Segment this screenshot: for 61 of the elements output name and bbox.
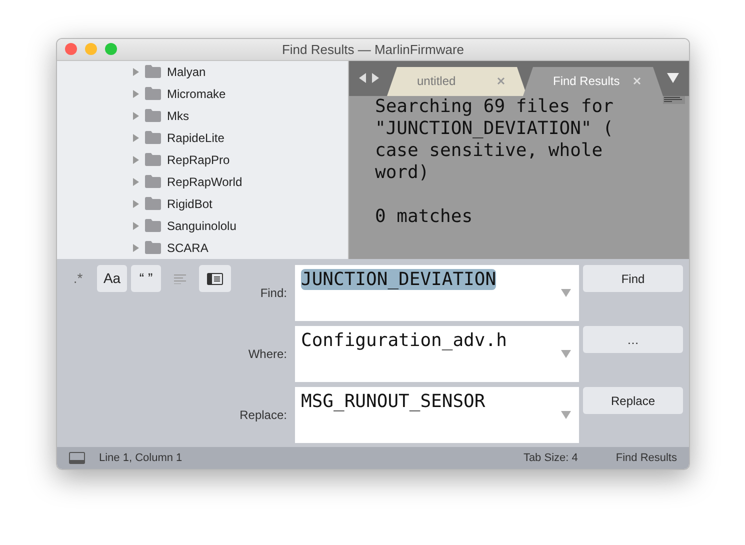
input-field[interactable]: JUNCTION_DEVIATION bbox=[295, 265, 579, 322]
dropdown-arrow-icon[interactable] bbox=[561, 411, 571, 420]
field-label: Replace: bbox=[239, 407, 287, 424]
disclosure-triangle-icon[interactable] bbox=[133, 200, 139, 208]
folder-name[interactable]: SCARA bbox=[167, 238, 208, 257]
close-icon[interactable] bbox=[497, 77, 505, 86]
disclosure-triangle-icon[interactable] bbox=[133, 68, 139, 76]
disclosure-triangle-icon[interactable] bbox=[133, 156, 139, 164]
dropdown-arrow-icon[interactable] bbox=[561, 350, 571, 358]
dropdown-arrow-icon[interactable] bbox=[667, 72, 679, 83]
editor-line: 0 matches bbox=[375, 206, 473, 228]
folder-icon bbox=[145, 175, 161, 188]
disclosure-triangle-icon[interactable] bbox=[133, 90, 139, 98]
minimize-button[interactable] bbox=[85, 43, 97, 56]
panel-icon bbox=[207, 272, 223, 285]
field-label: Find: bbox=[259, 285, 287, 302]
folder-icon bbox=[145, 109, 161, 122]
action-button[interactable]: Find bbox=[583, 265, 683, 292]
folder-icon bbox=[145, 65, 161, 78]
option-toggle[interactable]: .* bbox=[63, 265, 93, 292]
disclosure-triangle-icon[interactable] bbox=[133, 112, 139, 120]
disclosure-triangle-icon[interactable] bbox=[133, 222, 139, 230]
folder-icon bbox=[145, 131, 161, 144]
option-toggle[interactable]: “ ” bbox=[131, 265, 161, 292]
dropdown-arrow-icon[interactable] bbox=[561, 289, 571, 298]
back-forward-arrows-icon[interactable] bbox=[359, 73, 379, 84]
folder-name[interactable]: RapideLite bbox=[167, 128, 224, 147]
editor-line: case sensitive, whole bbox=[375, 140, 603, 162]
editor-line: Searching 69 files for bbox=[375, 96, 614, 118]
action-button[interactable]: … bbox=[583, 326, 683, 354]
tab-size[interactable]: Tab Size: 4 bbox=[523, 450, 578, 466]
folder-name[interactable]: RepRapWorld bbox=[167, 172, 242, 191]
panel-icon[interactable] bbox=[69, 452, 85, 464]
folder-name[interactable]: RigidBot bbox=[167, 194, 212, 213]
folder-name[interactable]: RepRapPro bbox=[167, 150, 230, 169]
input-field[interactable]: MSG_RUNOUT_SENSOR bbox=[295, 387, 579, 444]
zoom-button[interactable] bbox=[105, 43, 117, 56]
text-lines-icon bbox=[174, 274, 186, 284]
input-field[interactable]: Configuration_adv.h bbox=[295, 326, 579, 382]
close-button[interactable] bbox=[65, 43, 77, 56]
window-title: Find Results — MarlinFirmware bbox=[282, 40, 464, 59]
disclosure-triangle-icon[interactable] bbox=[133, 134, 139, 142]
field-label: Where: bbox=[247, 346, 287, 364]
option-toggle[interactable]: Aa bbox=[97, 265, 127, 292]
folder-icon bbox=[145, 87, 161, 100]
editor-line: "JUNCTION_DEVIATION" ( bbox=[375, 118, 614, 140]
cursor-position: Line 1, Column 1 bbox=[99, 450, 182, 466]
folder-icon bbox=[145, 241, 161, 254]
folder-icon bbox=[145, 219, 161, 232]
folder-name[interactable]: Sanguinololu bbox=[167, 216, 236, 235]
folder-name[interactable]: Mks bbox=[167, 106, 189, 125]
folder-name[interactable]: Micromake bbox=[167, 84, 226, 103]
folder-name[interactable]: Malyan bbox=[167, 62, 206, 81]
syntax-name[interactable]: Find Results bbox=[616, 450, 677, 466]
editor-line: word) bbox=[375, 162, 430, 184]
folder-icon bbox=[145, 153, 161, 166]
folder-icon bbox=[145, 197, 161, 210]
action-button[interactable]: Replace bbox=[583, 387, 683, 414]
disclosure-triangle-icon[interactable] bbox=[133, 244, 139, 252]
disclosure-triangle-icon[interactable] bbox=[133, 178, 139, 186]
panel-toggle[interactable] bbox=[199, 265, 231, 292]
